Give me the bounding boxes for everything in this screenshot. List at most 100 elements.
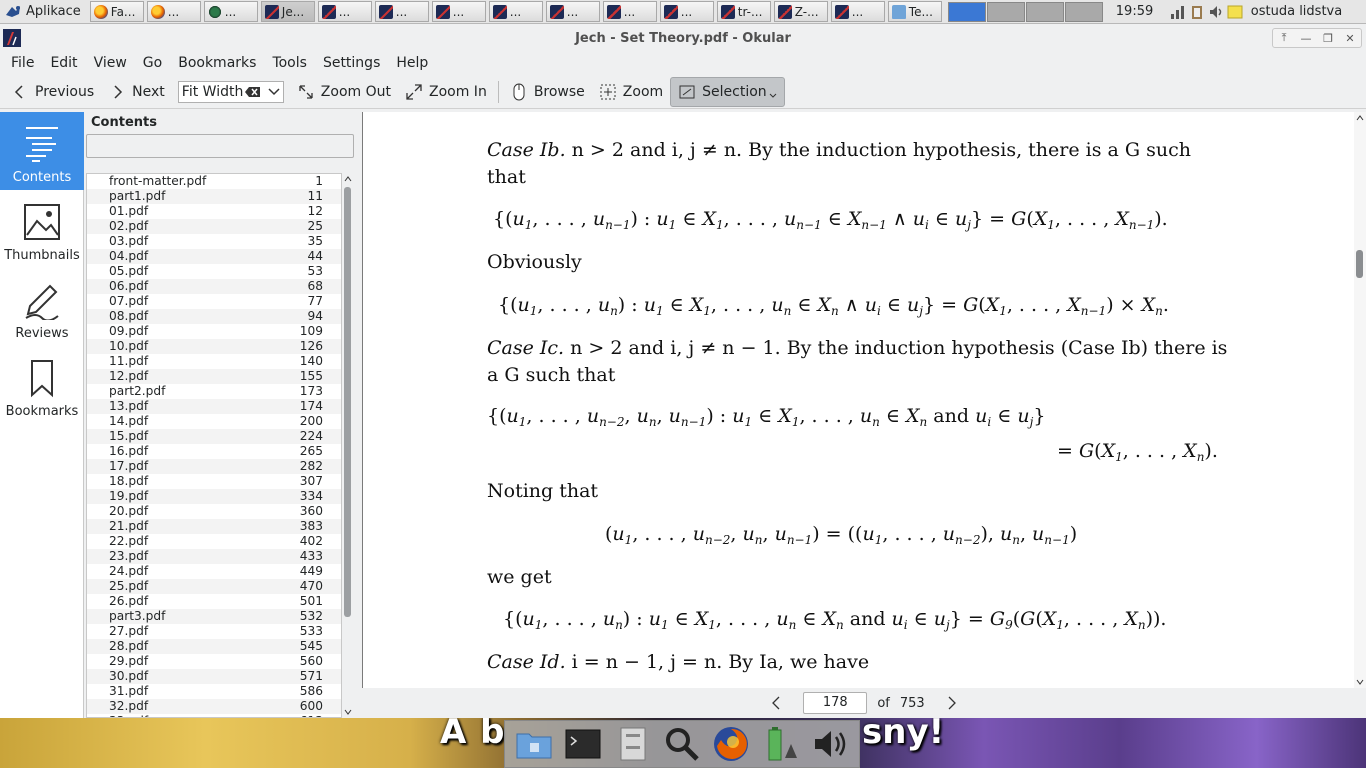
- taskbar-task-8[interactable]: ...: [545, 1, 600, 22]
- toc-entry[interactable]: 16.pdf 265: [87, 444, 341, 459]
- taskbar-task-5[interactable]: ...: [374, 1, 429, 22]
- taskbar-task-1[interactable]: ...: [146, 1, 201, 22]
- toc-entry[interactable]: 07.pdf 77: [87, 294, 341, 309]
- minimize-button[interactable]: —: [1295, 29, 1317, 47]
- toc-entry[interactable]: 18.pdf 307: [87, 474, 341, 489]
- taskbar-task-4[interactable]: ...: [317, 1, 372, 22]
- contents-search-input[interactable]: [86, 134, 354, 158]
- menu-bookmarks[interactable]: Bookmarks: [170, 55, 264, 71]
- taskbar-task-6[interactable]: ...: [431, 1, 486, 22]
- sidebar-item-thumbnails[interactable]: Thumbnails: [0, 190, 84, 268]
- toc-entry[interactable]: 17.pdf 282: [87, 459, 341, 474]
- toc-entry[interactable]: 13.pdf 174: [87, 399, 341, 414]
- maximize-button[interactable]: ❐: [1317, 29, 1339, 47]
- chevron-down-icon[interactable]: [769, 92, 777, 100]
- toc-entry[interactable]: 32.pdf 600: [87, 699, 341, 714]
- taskbar-task-14[interactable]: Te...: [887, 1, 942, 22]
- menu-go[interactable]: Go: [135, 55, 170, 71]
- toc-entry[interactable]: 05.pdf 53: [87, 264, 341, 279]
- applications-menu-button[interactable]: Aplikace: [0, 0, 87, 24]
- toc-entry[interactable]: 08.pdf 94: [87, 309, 341, 324]
- menu-view[interactable]: View: [86, 55, 135, 71]
- taskbar-task-9[interactable]: ...: [602, 1, 657, 22]
- sidebar-item-reviews[interactable]: Reviews: [0, 268, 84, 346]
- contents-scrollbar[interactable]: [342, 173, 354, 718]
- toc-entry[interactable]: 20.pdf 360: [87, 504, 341, 519]
- previous-page-icon[interactable]: [769, 695, 785, 711]
- menu-help[interactable]: Help: [388, 55, 436, 71]
- zoom-tool-button[interactable]: Zoom: [592, 77, 670, 107]
- scroll-down-icon[interactable]: [344, 708, 352, 716]
- taskbar-task-7[interactable]: ...: [488, 1, 543, 22]
- workspace-1[interactable]: [947, 1, 986, 22]
- toc-entry[interactable]: 23.pdf 433: [87, 549, 341, 564]
- selection-tool-button[interactable]: Selection: [670, 76, 785, 107]
- next-page-icon[interactable]: [943, 695, 959, 711]
- browse-tool-button[interactable]: Browse: [503, 77, 592, 107]
- volume-icon[interactable]: [810, 724, 850, 764]
- toc-entry[interactable]: 28.pdf 545: [87, 639, 341, 654]
- clock[interactable]: 19:59: [1116, 4, 1166, 19]
- workspace-2[interactable]: [986, 1, 1025, 22]
- next-page-button[interactable]: Next: [101, 77, 172, 107]
- scroll-up-icon[interactable]: [1356, 114, 1364, 122]
- toc-entry[interactable]: 19.pdf 334: [87, 489, 341, 504]
- toc-entry[interactable]: 30.pdf 571: [87, 669, 341, 684]
- zoom-out-button[interactable]: Zoom Out: [290, 77, 398, 107]
- toc-entry[interactable]: 03.pdf 35: [87, 234, 341, 249]
- taskbar-task-11[interactable]: tr-...: [716, 1, 771, 22]
- toc-entry[interactable]: 29.pdf 560: [87, 654, 341, 669]
- toc-entry[interactable]: 04.pdf 44: [87, 249, 341, 264]
- toc-entry[interactable]: 10.pdf 126: [87, 339, 341, 354]
- menu-tools[interactable]: Tools: [264, 55, 315, 71]
- clipboard-icon[interactable]: [1189, 4, 1205, 20]
- document-viewer[interactable]: Case Ib. n > 2 and i, j ≠ n. By the indu…: [362, 112, 1366, 688]
- toc-entry[interactable]: 15.pdf 224: [87, 429, 341, 444]
- toc-entry[interactable]: part1.pdf 11: [87, 189, 341, 204]
- network-icon[interactable]: [1170, 4, 1186, 20]
- volume-icon[interactable]: [1208, 4, 1224, 20]
- toc-entry[interactable]: 12.pdf 155: [87, 369, 341, 384]
- search-icon[interactable]: [662, 724, 702, 764]
- workspace-3[interactable]: [1025, 1, 1064, 22]
- document-scrollbar[interactable]: [1354, 112, 1366, 688]
- page-number-input[interactable]: 178: [803, 692, 868, 714]
- toc-entry[interactable]: 11.pdf 140: [87, 354, 341, 369]
- toc-entry[interactable]: 22.pdf 402: [87, 534, 341, 549]
- taskbar-task-3[interactable]: Je...: [260, 1, 315, 22]
- contents-scrollbar-thumb[interactable]: [344, 187, 351, 617]
- taskbar-task-13[interactable]: ...: [830, 1, 885, 22]
- toc-entry[interactable]: 01.pdf 12: [87, 204, 341, 219]
- taskbar-task-10[interactable]: ...: [659, 1, 714, 22]
- home-folder-icon[interactable]: [514, 724, 554, 764]
- taskbar-task-2[interactable]: ...: [203, 1, 258, 22]
- document-scrollbar-thumb[interactable]: [1356, 250, 1363, 278]
- taskbar-task-12[interactable]: Z-...: [773, 1, 828, 22]
- chevron-down-icon[interactable]: [265, 85, 283, 99]
- menu-file[interactable]: File: [3, 55, 42, 71]
- toc-entry[interactable]: part2.pdf 173: [87, 384, 341, 399]
- file-cabinet-icon[interactable]: [613, 724, 653, 764]
- battery-icon[interactable]: [761, 724, 801, 764]
- toc-entry[interactable]: 06.pdf 68: [87, 279, 341, 294]
- toc-entry[interactable]: 25.pdf 470: [87, 579, 341, 594]
- toc-entry[interactable]: 24.pdf 449: [87, 564, 341, 579]
- scroll-up-icon[interactable]: [344, 175, 352, 183]
- window-titlebar[interactable]: Jech - Set Theory.pdf - Okular ⤒ — ❐ ✕: [0, 25, 1366, 52]
- previous-page-button[interactable]: Previous: [4, 77, 101, 107]
- taskbar-task-0[interactable]: Fa...: [89, 1, 144, 22]
- notes-icon[interactable]: [1227, 4, 1243, 20]
- workspace-4[interactable]: [1064, 1, 1103, 22]
- terminal-icon[interactable]: [563, 724, 603, 764]
- sidebar-item-bookmarks[interactable]: Bookmarks: [0, 346, 84, 424]
- toc-entry[interactable]: front-matter.pdf 1: [87, 174, 341, 189]
- menu-edit[interactable]: Edit: [42, 55, 85, 71]
- zoom-combobox[interactable]: Fit Width: [177, 80, 284, 103]
- firefox-icon[interactable]: [711, 724, 751, 764]
- user-name[interactable]: ostuda lidstva: [1251, 4, 1342, 19]
- toc-entry[interactable]: 09.pdf 109: [87, 324, 341, 339]
- toc-entry[interactable]: 27.pdf 533: [87, 624, 341, 639]
- toc-entry[interactable]: 31.pdf 586: [87, 684, 341, 699]
- toc-entry[interactable]: 02.pdf 25: [87, 219, 341, 234]
- toc-entry[interactable]: 21.pdf 383: [87, 519, 341, 534]
